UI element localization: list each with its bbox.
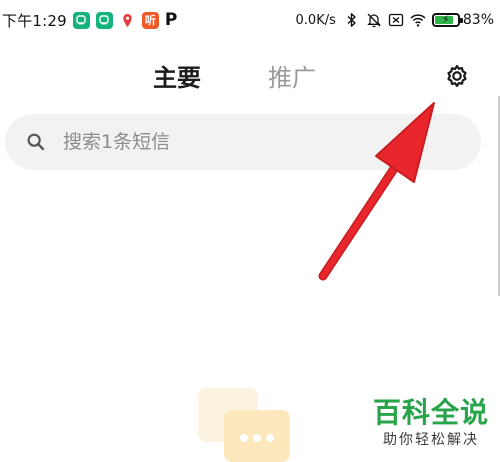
tab-promotions[interactable]: 推广 xyxy=(268,56,316,100)
status-time: 下午1:29 xyxy=(2,11,67,30)
network-speed: 0.0K/s xyxy=(295,12,336,28)
search-input[interactable] xyxy=(61,130,445,154)
no-sim-icon xyxy=(388,13,404,27)
gear-icon xyxy=(447,64,467,88)
watermark-subtitle: 助你轻松解决 xyxy=(383,432,479,448)
message-tabs: 主要 推广 xyxy=(0,56,500,100)
watermark: 百科全说 助你轻松解决 xyxy=(366,396,496,450)
battery-percent: 83% xyxy=(462,12,494,28)
battery-icon: ⚡ xyxy=(431,13,463,27)
search-icon xyxy=(27,133,45,151)
app-green-icon xyxy=(72,11,90,29)
location-pin-icon xyxy=(119,12,136,29)
battery-indicator: ⚡ 83% xyxy=(431,12,494,28)
status-bar-right: 0.0K/s ⚡ 83% xyxy=(296,12,494,28)
wifi-icon xyxy=(410,14,426,27)
status-bar: 下午1:29 听 P 0.0K/s ⚡ 83% xyxy=(0,0,500,40)
status-bar-left: 下午1:29 听 P xyxy=(2,10,177,31)
mute-bell-icon xyxy=(367,13,381,28)
charging-bolt-icon: ⚡ xyxy=(441,13,450,26)
ting-app-icon: 听 xyxy=(141,11,159,29)
tab-main[interactable]: 主要 xyxy=(153,56,201,100)
app-green-icon xyxy=(95,11,113,29)
bluetooth-icon xyxy=(347,13,356,27)
p-app-icon: P xyxy=(164,10,178,30)
empty-messages-illustration xyxy=(198,388,290,462)
settings-button[interactable] xyxy=(441,60,473,92)
search-bar[interactable] xyxy=(5,114,481,170)
watermark-title: 百科全说 xyxy=(372,396,489,429)
